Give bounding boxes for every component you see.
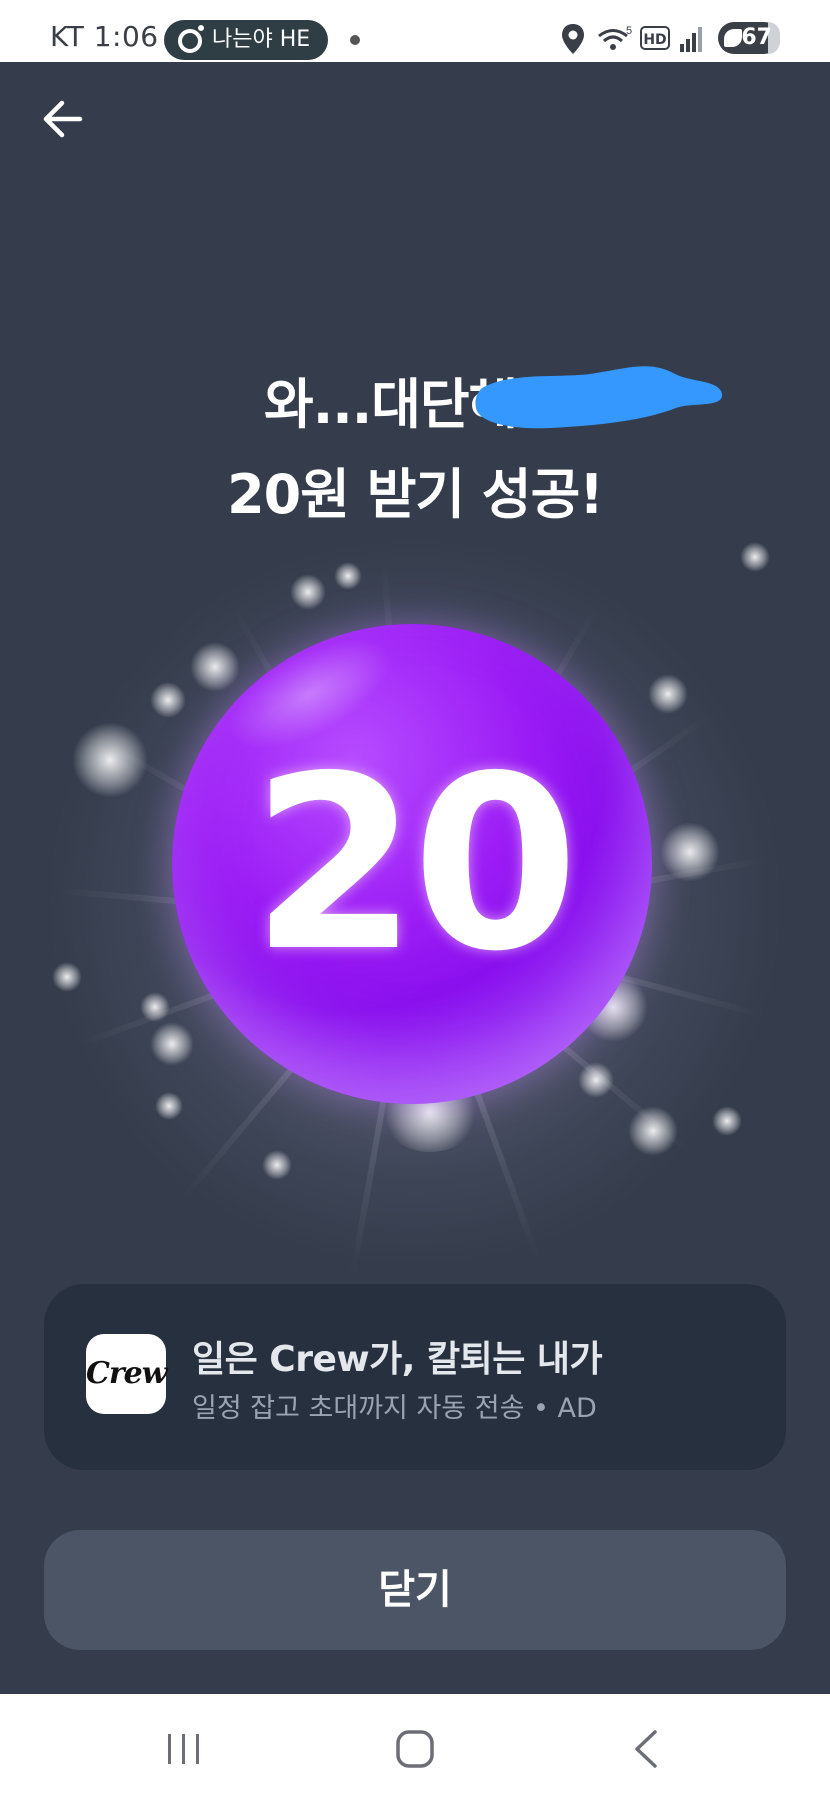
- status-icons: 5 HD 67: [560, 22, 780, 58]
- sparkle: [52, 962, 82, 992]
- battery-level: 67: [741, 25, 772, 50]
- sparkle: [140, 992, 170, 1022]
- headline-line2: 20원 받기 성공!: [227, 463, 604, 526]
- ad-subtitle: 일정 잡고 초대까지 자동 전송 • AD: [192, 1393, 597, 1424]
- sparkle: [290, 574, 326, 610]
- coin-value: 20: [251, 724, 579, 1004]
- carrier-time: KT 1:06: [50, 20, 159, 53]
- hd-label: HD: [643, 32, 667, 48]
- reward-coin: 20: [172, 616, 652, 1104]
- sparkle: [660, 822, 720, 882]
- network-label: 5: [626, 25, 632, 37]
- notification-pill-text: 나는야 HE: [212, 27, 311, 52]
- wifi-icon: 5: [598, 25, 632, 50]
- notification-pill[interactable]: 나는야 HE: [164, 20, 328, 60]
- crew-logo-icon: Crew: [86, 1334, 168, 1414]
- redaction-scribble: [475, 366, 723, 429]
- status-bar: KT 1:06 나는야 HE 5 HD 67: [0, 0, 830, 62]
- ad-card[interactable]: Crew 일은 Crew가, 칼퇴는 내가 일정 잡고 초대까지 자동 전송 •…: [44, 1284, 786, 1470]
- notification-dot-icon: [350, 35, 360, 45]
- location-icon: [562, 24, 584, 54]
- sparkle: [628, 1106, 678, 1156]
- sparkle: [740, 542, 770, 572]
- recents-icon[interactable]: [154, 1724, 214, 1774]
- back-chevron-icon[interactable]: [617, 1724, 677, 1774]
- reward-screen: 와...대단해요 20원 받기 성공! 20 Crew 일은 Crew가, 칼퇴…: [0, 62, 830, 1694]
- power-saving-icon: [724, 29, 742, 47]
- arrow-left-icon[interactable]: [36, 92, 90, 146]
- sparkle: [262, 1150, 292, 1180]
- signal-icon: [680, 27, 702, 52]
- battery-icon: 67: [718, 22, 780, 54]
- sparkle: [712, 1106, 742, 1136]
- system-nav-bar: [0, 1694, 830, 1798]
- ad-title: 일은 Crew가, 칼퇴는 내가: [192, 1339, 603, 1380]
- hd-icon: HD: [640, 26, 670, 50]
- sparkle: [72, 722, 148, 798]
- sparkle: [334, 562, 362, 590]
- sparkle: [648, 674, 688, 714]
- close-button[interactable]: 닫기: [44, 1530, 786, 1650]
- home-icon[interactable]: [385, 1724, 445, 1774]
- app-ring-icon: [178, 25, 204, 53]
